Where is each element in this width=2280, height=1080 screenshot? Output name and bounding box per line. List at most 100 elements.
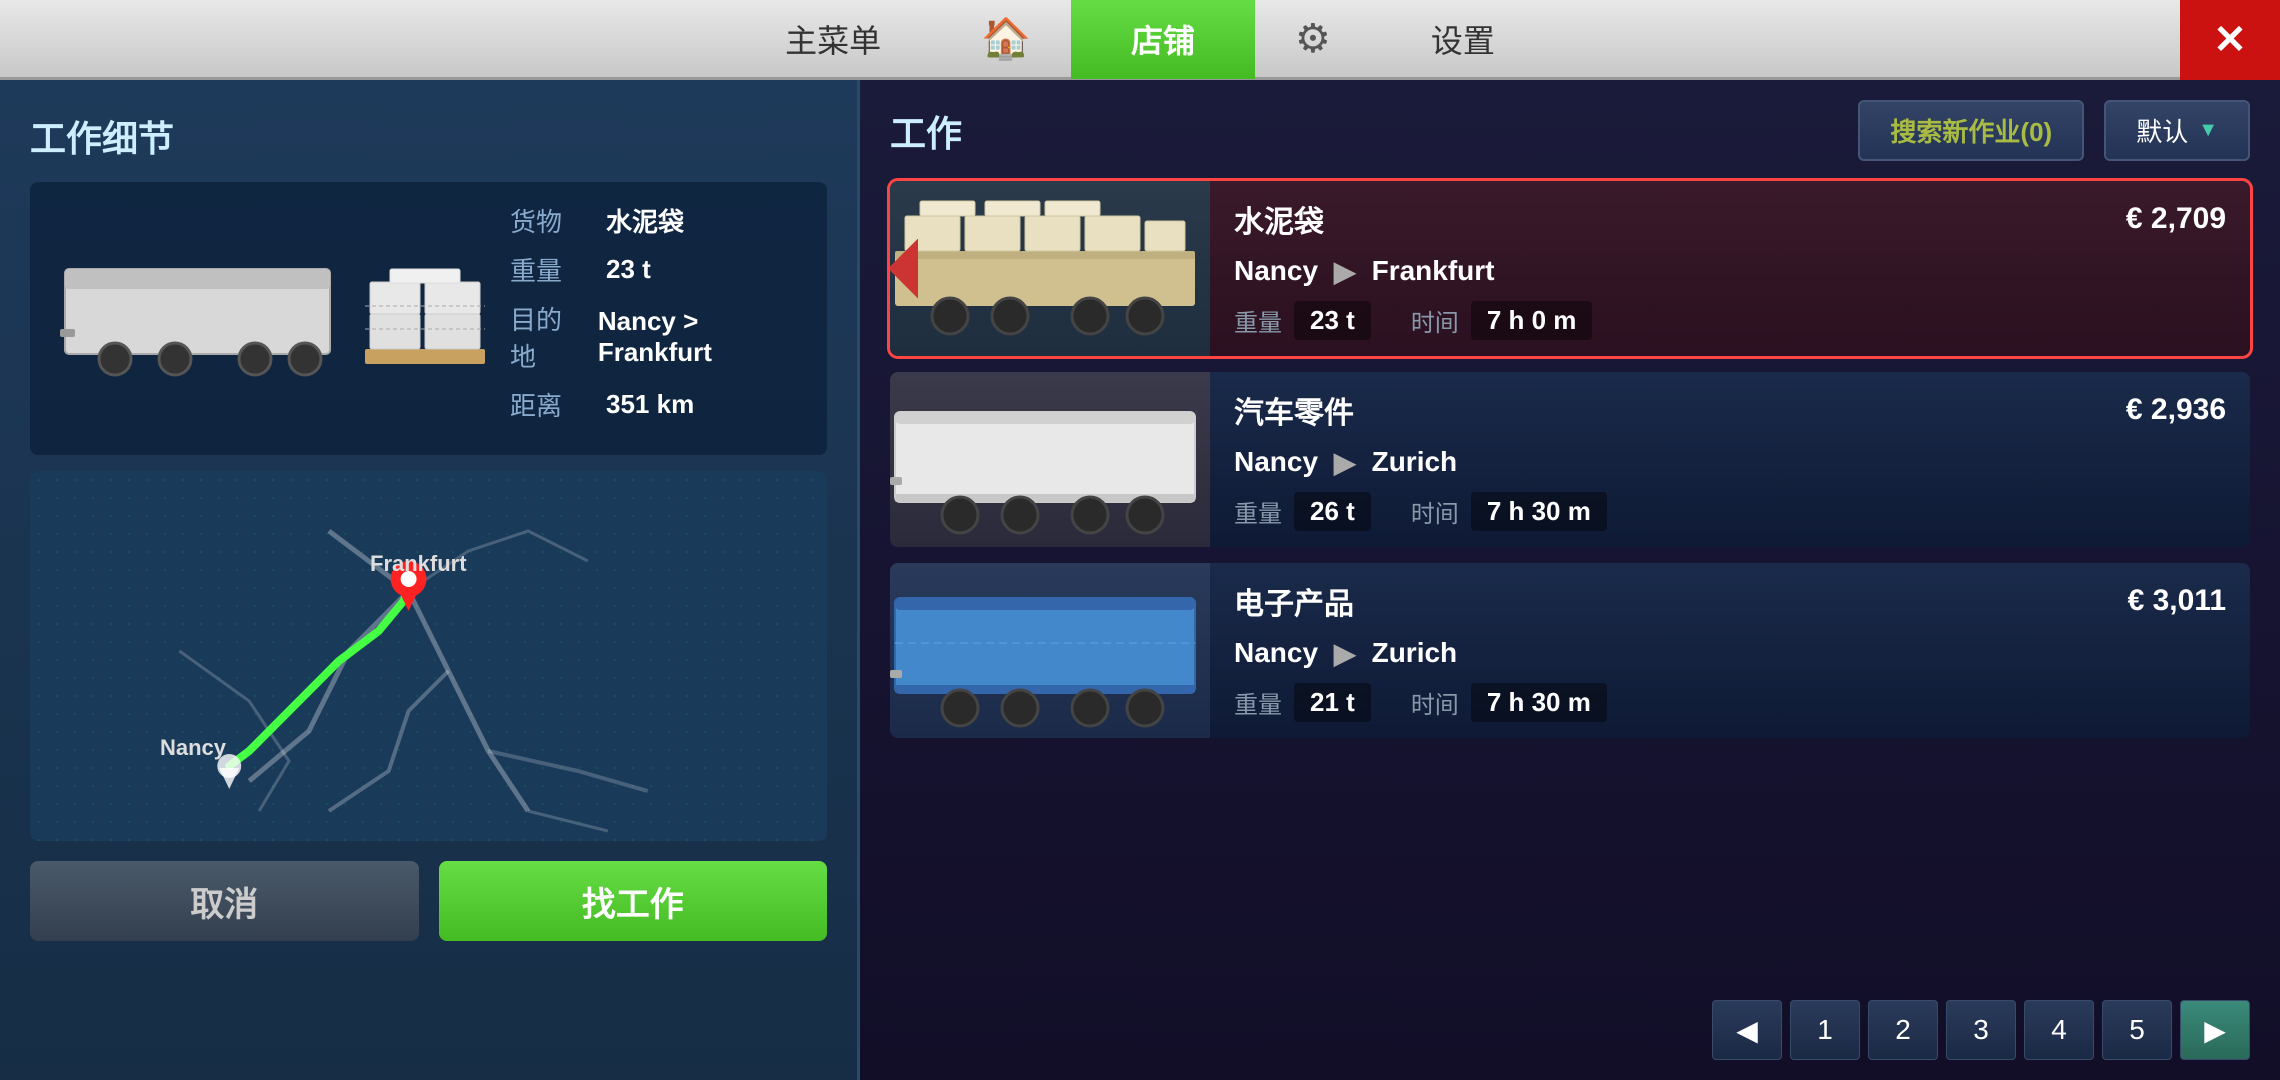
page-4-button[interactable]: 4 [2024,1000,2094,1060]
right-panel: 工作 搜索新作业(0) 默认 ▼ [860,80,2280,1080]
job-2-route: Nancy ▶ Zurich [1234,446,2226,479]
job-3-weight: 21 t [1294,683,1371,722]
job-3-weight-group: 重量 21 t [1234,683,1371,722]
cargo-row: 货物 水泥袋 [510,202,797,239]
job-2-time-group: 时间 7 h 30 m [1411,492,1607,531]
weight-value: 23 t [606,254,651,285]
job-1-weight: 23 t [1294,301,1371,340]
job-2-time: 7 h 30 m [1471,492,1607,531]
job-1-weight-label: 重量 [1234,303,1282,338]
right-panel-title: 工作 [890,105,1838,157]
job-1-cargo: 水泥袋 [1234,197,1324,241]
job-1-time-label: 时间 [1411,303,1459,338]
nav-settings[interactable]: 设置 [1371,0,1555,79]
job-detail-header: 货物 水泥袋 重量 23 t 目的地 Nancy > Frankfurt 距离 … [30,182,827,455]
job-3-from: Nancy [1234,637,1318,669]
job-card-1-header: 水泥袋 € 2,709 [1234,197,2226,241]
cargo-value: 水泥袋 [606,202,684,239]
job-3-time-group: 时间 7 h 30 m [1411,683,1607,722]
nav-settings-icon[interactable]: ⚙ [1255,0,1371,79]
job-3-time: 7 h 30 m [1471,683,1607,722]
search-new-jobs-button[interactable]: 搜索新作业(0) [1858,100,2084,161]
default-sort-button[interactable]: 默认 ▼ [2104,100,2250,161]
job-1-stats: 重量 23 t 时间 7 h 0 m [1234,301,2226,340]
main-content: 工作细节 [0,80,2280,1080]
cancel-button[interactable]: 取消 [30,861,419,941]
page-1-button[interactable]: 1 [1790,1000,1860,1060]
job-card-3-info: 电子产品 € 3,011 Nancy ▶ Zurich 重量 21 t [1210,563,2250,738]
job-card-2[interactable]: 汽车零件 € 2,936 Nancy ▶ Zurich 重量 26 t [890,372,2250,547]
action-buttons: 取消 找工作 [30,861,827,941]
job-2-from: Nancy [1234,446,1318,478]
job-1-weight-group: 重量 23 t [1234,301,1371,340]
right-panel-header: 工作 搜索新作业(0) 默认 ▼ [890,100,2250,161]
dest-value: Nancy > Frankfurt [598,306,797,368]
cargo-image [360,264,490,374]
job-3-time-label: 时间 [1411,685,1459,720]
job-1-to: Frankfurt [1372,255,1495,287]
route-arrow-1: ▶ [1334,255,1356,288]
job-3-route: Nancy ▶ Zurich [1234,637,2226,670]
nav-items: 主菜单 🏠 店铺 ⚙ 设置 [0,0,2280,79]
job-card-2-image [890,372,1210,547]
job-card-2-header: 汽车零件 € 2,936 [1234,388,2226,432]
route-map: Frankfurt Nancy [30,471,827,841]
left-panel: 工作细节 [0,80,860,1080]
search-btn-label: 搜索新作业(0) [1890,117,2052,147]
route-arrow-2: ▶ [1334,446,1356,479]
job-list: 水泥袋 € 2,709 Nancy ▶ Frankfurt 重量 23 t [890,181,2250,984]
weight-row: 重量 23 t [510,251,797,288]
dest-row: 目的地 Nancy > Frankfurt [510,300,797,374]
job-2-to: Zurich [1372,446,1458,478]
job-card-1-info: 水泥袋 € 2,709 Nancy ▶ Frankfurt 重量 23 t [1210,181,2250,356]
nav-shop[interactable]: 店铺 [1071,0,1255,79]
trailer-image [60,254,340,384]
job-card-3[interactable]: 电子产品 € 3,011 Nancy ▶ Zurich 重量 21 t [890,563,2250,738]
job-card-3-image [890,563,1210,738]
weight-label: 重量 [510,251,590,288]
page-2-button[interactable]: 2 [1868,1000,1938,1060]
route-arrow-3: ▶ [1334,637,1356,670]
job-card-1[interactable]: 水泥袋 € 2,709 Nancy ▶ Frankfurt 重量 23 t [890,181,2250,356]
job-2-cargo: 汽车零件 [1234,388,1354,432]
pagination: ◀ 1 2 3 4 5 ▶ [890,1000,2250,1060]
dropdown-icon: ▼ [2198,119,2218,142]
job-3-price: € 3,011 [2128,584,2226,618]
map-svg [30,471,827,841]
job-2-weight-group: 重量 26 t [1234,492,1371,531]
job-1-time-group: 时间 7 h 0 m [1411,301,1593,340]
page-3-button[interactable]: 3 [1946,1000,2016,1060]
job-info: 货物 水泥袋 重量 23 t 目的地 Nancy > Frankfurt 距离 … [510,202,797,435]
job-1-from: Nancy [1234,255,1318,287]
job-1-route: Nancy ▶ Frankfurt [1234,255,2226,288]
left-panel-title: 工作细节 [30,110,827,162]
dist-label: 距离 [510,386,590,423]
nav-main-menu[interactable]: 主菜单 [725,0,941,79]
find-job-button[interactable]: 找工作 [439,861,828,941]
close-button[interactable]: ✕ [2180,0,2280,80]
job-card-2-info: 汽车零件 € 2,936 Nancy ▶ Zurich 重量 26 t [1210,372,2250,547]
dist-value: 351 km [606,389,694,420]
default-btn-label: 默认 [2136,112,2188,149]
job-3-stats: 重量 21 t 时间 7 h 30 m [1234,683,2226,722]
job-2-weight-label: 重量 [1234,494,1282,529]
job-1-time: 7 h 0 m [1471,301,1593,340]
cargo-label: 货物 [510,202,590,239]
job-2-price: € 2,936 [2126,393,2226,427]
nav-home-icon[interactable]: 🏠 [941,0,1071,79]
frankfurt-label: Frankfurt [370,551,467,577]
page-next-button[interactable]: ▶ [2180,1000,2250,1060]
job-2-weight: 26 t [1294,492,1371,531]
page-prev-button[interactable]: ◀ [1712,1000,1782,1060]
nancy-label: Nancy [160,735,226,761]
dest-label: 目的地 [510,300,582,374]
job-3-to: Zurich [1372,637,1458,669]
job-3-cargo: 电子产品 [1234,579,1354,623]
page-5-button[interactable]: 5 [2102,1000,2172,1060]
job-1-price: € 2,709 [2126,202,2226,236]
job-card-1-image [890,181,1210,356]
top-navigation: 主菜单 🏠 店铺 ⚙ 设置 ✕ [0,0,2280,80]
dist-row: 距离 351 km [510,386,797,423]
job-2-stats: 重量 26 t 时间 7 h 30 m [1234,492,2226,531]
job-3-weight-label: 重量 [1234,685,1282,720]
